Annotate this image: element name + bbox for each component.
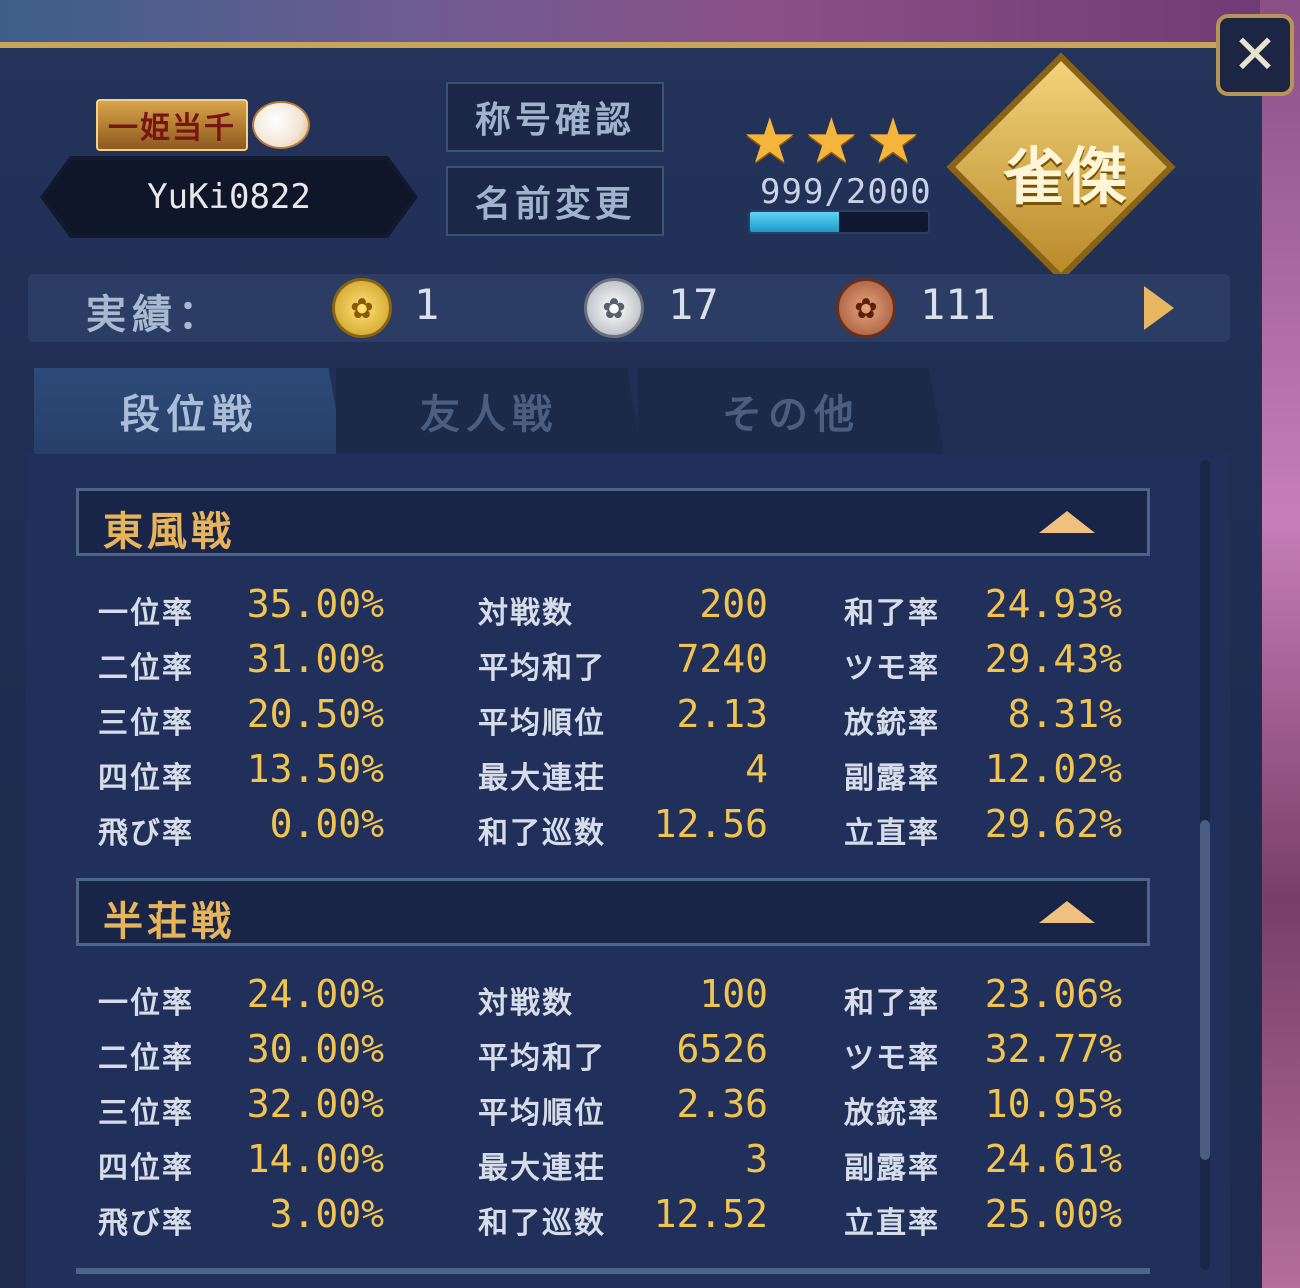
stat-label: 飛び率 <box>98 1206 194 1241</box>
stat-value: 2.36 <box>676 1082 768 1126</box>
stat-label: 二位率 <box>98 651 194 686</box>
scrollbar-thumb[interactable] <box>1200 820 1210 1160</box>
stat-label: ツモ率 <box>844 651 940 686</box>
stat-value: 3.00% <box>269 1192 384 1236</box>
stat-label: 四位率 <box>98 761 194 796</box>
stat-label: 平均順位 <box>478 1096 606 1131</box>
achievements-label: 実績： <box>86 292 224 338</box>
stat-label: 立直率 <box>844 816 940 851</box>
gold-medal-count: 1 <box>414 280 440 329</box>
stat-value: 12.02% <box>984 747 1122 791</box>
stat-value: 24.61% <box>984 1137 1122 1181</box>
next-section-divider <box>76 1268 1150 1274</box>
name-change-button[interactable]: 名前変更 <box>446 166 664 236</box>
stat-label: 四位率 <box>98 1151 194 1186</box>
silver-medal-count: 17 <box>668 280 719 329</box>
stat-label: 和了率 <box>844 986 940 1021</box>
stat-label: 平均順位 <box>478 706 606 741</box>
tab-other[interactable]: その他 <box>638 368 944 454</box>
stat-label: 和了率 <box>844 596 940 631</box>
stat-label: 和了巡数 <box>478 816 606 851</box>
close-icon: ✕ <box>1232 23 1278 86</box>
stat-value: 0.00% <box>269 802 384 846</box>
rank-stars: ★ ★ ★ <box>742 110 921 172</box>
stat-value: 24.00% <box>246 972 384 1016</box>
section-title: 東風戦 <box>103 509 235 555</box>
bronze-medal-count: 111 <box>920 280 996 329</box>
stat-label: 対戦数 <box>478 596 574 631</box>
collapse-arrow-icon[interactable] <box>1039 511 1095 533</box>
tab-ranked[interactable]: 段位戦 <box>34 368 344 454</box>
stat-label: 放銃率 <box>844 1096 940 1131</box>
section-header-hanchan[interactable]: 半荘戦 <box>76 878 1150 946</box>
stat-value: 29.43% <box>984 637 1122 681</box>
rank-emblem-text: 雀傑 <box>1002 140 1127 213</box>
stat-label: 一位率 <box>98 596 194 631</box>
stat-value: 10.95% <box>984 1082 1122 1126</box>
stat-value: 29.62% <box>984 802 1122 846</box>
arrow-right-icon[interactable] <box>1144 286 1174 330</box>
star-icon: ★ <box>742 104 798 177</box>
stat-value: 32.00% <box>246 1082 384 1126</box>
stat-value: 20.50% <box>246 692 384 736</box>
stat-label: 対戦数 <box>478 986 574 1021</box>
stat-value: 13.50% <box>246 747 384 791</box>
tab-friend[interactable]: 友人戦 <box>336 368 642 454</box>
stat-label: 三位率 <box>98 1096 194 1131</box>
star-icon: ★ <box>803 104 860 177</box>
stat-value: 32.77% <box>984 1027 1122 1071</box>
stat-value: 31.00% <box>246 637 384 681</box>
stat-label: 最大連荘 <box>478 1151 606 1186</box>
stat-value: 8.31% <box>1007 692 1122 736</box>
stat-value: 24.93% <box>984 582 1122 626</box>
stat-label: 副露率 <box>844 761 940 796</box>
stat-value: 12.56 <box>653 802 768 846</box>
title-badge: 一姫当千 <box>96 99 336 151</box>
bronze-medal-icon: ✿ <box>836 278 896 338</box>
player-name: YuKi0822 <box>44 160 414 234</box>
title-check-button[interactable]: 称号確認 <box>446 82 664 152</box>
exp-bar <box>748 210 930 234</box>
stat-label: 立直率 <box>844 1206 940 1241</box>
stat-value: 6526 <box>676 1027 768 1071</box>
stat-value: 100 <box>699 972 768 1016</box>
exp-bar-fill <box>750 212 839 232</box>
star-icon: ★ <box>865 104 921 177</box>
stat-value: 14.00% <box>246 1137 384 1181</box>
stat-label: 放銃率 <box>844 706 940 741</box>
stat-label: 和了巡数 <box>478 1206 606 1241</box>
stat-value: 23.06% <box>984 972 1122 1016</box>
stat-value: 30.00% <box>246 1027 384 1071</box>
stat-label: 二位率 <box>98 1041 194 1076</box>
gold-medal-icon: ✿ <box>332 278 392 338</box>
stat-label: 最大連荘 <box>478 761 606 796</box>
exp-text: 999/2000 <box>760 172 932 212</box>
stat-label: 平均和了 <box>478 651 606 686</box>
silver-medal-icon: ✿ <box>584 278 644 338</box>
stat-value: 4 <box>745 747 768 791</box>
stat-value: 7240 <box>676 637 768 681</box>
stat-value: 25.00% <box>984 1192 1122 1236</box>
stat-label: 三位率 <box>98 706 194 741</box>
background-right <box>1260 0 1300 1288</box>
stat-label: 平均和了 <box>478 1041 606 1076</box>
cat-mascot-icon <box>252 101 310 149</box>
stat-label: 飛び率 <box>98 816 194 851</box>
stat-value: 3 <box>745 1137 768 1181</box>
stat-label: 一位率 <box>98 986 194 1021</box>
stat-value: 12.52 <box>653 1192 768 1236</box>
stat-label: ツモ率 <box>844 1041 940 1076</box>
section-header-tonpuu[interactable]: 東風戦 <box>76 488 1150 556</box>
stat-value: 200 <box>699 582 768 626</box>
stat-value: 2.13 <box>676 692 768 736</box>
title-badge-text: 一姫当千 <box>96 99 248 151</box>
close-button[interactable]: ✕ <box>1216 14 1294 96</box>
stat-value: 35.00% <box>246 582 384 626</box>
collapse-arrow-icon[interactable] <box>1039 901 1095 923</box>
stat-label: 副露率 <box>844 1151 940 1186</box>
section-title: 半荘戦 <box>103 899 235 945</box>
